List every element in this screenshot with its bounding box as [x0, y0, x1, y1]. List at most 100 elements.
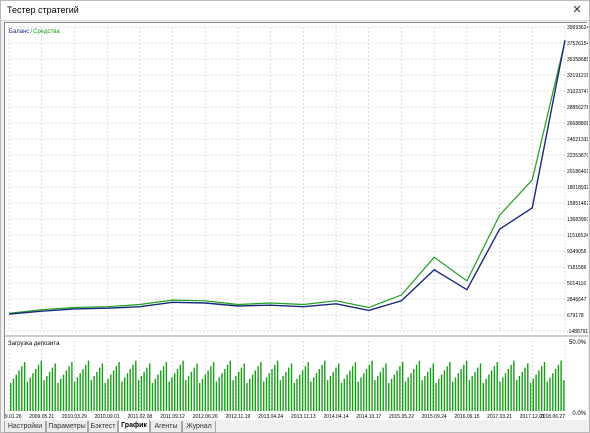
y-tick-label: 679178 [567, 313, 584, 319]
deposit-load-bar [35, 369, 37, 411]
deposit-load-bar [388, 383, 390, 411]
x-tick-label: 2016.09.15 [454, 414, 479, 420]
deposit-load-bar [560, 360, 562, 411]
y-tick-label: 33191216 [567, 73, 588, 79]
x-tick-label: 2010.03.29 [62, 414, 87, 420]
deposit-load-bar [329, 376, 332, 411]
deposit-load-bar [296, 378, 298, 411]
deposit-load-bar [427, 371, 429, 411]
tab-5[interactable]: Журнал [182, 421, 216, 433]
deposit-load-bar [68, 366, 70, 411]
deposit-load-bar [210, 366, 212, 411]
deposit-load-bar [407, 377, 409, 411]
deposit-load-bar [149, 363, 151, 411]
deposit-load-bar [549, 377, 551, 411]
deposit-load-bar [404, 381, 407, 411]
deposit-load-bar [563, 380, 565, 411]
y-tick-label: 15851462 [567, 201, 588, 207]
tab-2[interactable]: Бэктест [88, 421, 118, 433]
deposit-load-bar [421, 380, 423, 411]
tab-3[interactable]: График [118, 420, 150, 433]
deposit-load-bar [93, 376, 95, 411]
deposit-load-bar [340, 383, 343, 411]
deposit-load-bar [190, 371, 193, 411]
deposit-load-bar [10, 383, 12, 411]
deposit-load-bar [21, 366, 23, 411]
deposit-load-bar [377, 376, 379, 411]
deposit-load-bar [363, 373, 365, 411]
deposit-load-bar [307, 362, 309, 411]
deposit-load-bar [185, 380, 187, 411]
deposit-load-bar [196, 363, 198, 411]
deposit-load-bar [218, 377, 220, 411]
deposit-load-bar [110, 374, 112, 411]
deposit-load-bar [99, 367, 101, 411]
deposit-load-bar [193, 367, 195, 411]
deposit-load-bar [29, 377, 31, 411]
deposit-load-bar [257, 366, 259, 411]
deposit-load-bar [477, 367, 479, 411]
deposit-load-bar [510, 364, 512, 411]
deposit-load-bar [285, 371, 287, 411]
deposit-load-bar [107, 378, 109, 411]
deposit-load-bar [335, 367, 337, 411]
y-tick-label: 24521339 [567, 137, 588, 143]
deposit-load-bar [12, 378, 15, 411]
close-icon[interactable]: ✕ [569, 3, 585, 18]
tab-4[interactable]: Агенты [150, 421, 182, 433]
deposit-load-bar [346, 374, 348, 411]
deposit-load-bar [488, 374, 490, 411]
deposit-load-bar [129, 369, 131, 411]
deposit-load-bar [368, 364, 370, 411]
deposit-load-bar [221, 373, 223, 411]
deposit-load-bar [338, 363, 340, 411]
y-tick-label: 9349055 [567, 249, 587, 255]
x-tick-label: 2015.05.22 [389, 414, 414, 420]
deposit-load-bar [435, 383, 437, 411]
deposit-load-bar [201, 378, 204, 411]
deposit-load-bar [399, 366, 401, 411]
deposit-load-bar [32, 373, 34, 411]
deposit-load-bar [490, 370, 493, 411]
deposit-load-bar [96, 371, 98, 411]
deposit-load-bar [449, 362, 451, 411]
deposit-load-bar [43, 380, 45, 411]
deposit-load-bar [60, 378, 62, 411]
chart-background [5, 23, 588, 420]
x-tick-label: 2017.03.21 [487, 414, 512, 420]
deposit-load-bar [162, 366, 165, 411]
y-tick-label: 39693624 [567, 25, 588, 31]
deposit-load-bar [541, 366, 543, 411]
deposit-load-bar [73, 381, 76, 411]
deposit-load-bar [482, 383, 484, 411]
deposit-load-bar [499, 381, 501, 411]
x-tick-label: 2012.11.19 [226, 414, 251, 420]
deposit-load-bar [454, 377, 457, 411]
deposit-load-bar [527, 363, 529, 411]
deposit-load-bar [529, 383, 532, 411]
legend-balance: Баланс [9, 29, 29, 35]
chart-area: Баланс/Средства 39693624 37526154 35358685… [0, 22, 589, 420]
deposit-load-bar [215, 381, 218, 411]
deposit-load-bar [385, 363, 387, 411]
deposit-load-bar [301, 370, 304, 411]
deposit-load-bar [238, 371, 240, 411]
y-tick-label: 18018932 [567, 185, 588, 191]
deposit-load-bar [552, 373, 554, 411]
deposit-load-bar [371, 360, 373, 411]
deposit-load-bar [104, 383, 106, 411]
deposit-load-bar [543, 362, 546, 411]
tab-1[interactable]: Параметры [46, 421, 88, 433]
x-tick-label: 2013.04.24 [258, 414, 283, 420]
deposit-load-bar [26, 381, 29, 411]
tab-0[interactable]: Настройки [4, 421, 46, 433]
deposit-load-bar [440, 374, 443, 411]
x-tick-label: 2012.06.26 [193, 414, 218, 420]
deposit-load-bar [293, 383, 295, 411]
deposit-load-bar [140, 376, 143, 411]
deposit-load-bar [513, 360, 515, 411]
deposit-load-bar [65, 370, 67, 411]
deposit-load-bar [343, 378, 345, 411]
deposit-load-bar [232, 380, 234, 411]
deposit-load-bar [48, 371, 51, 411]
